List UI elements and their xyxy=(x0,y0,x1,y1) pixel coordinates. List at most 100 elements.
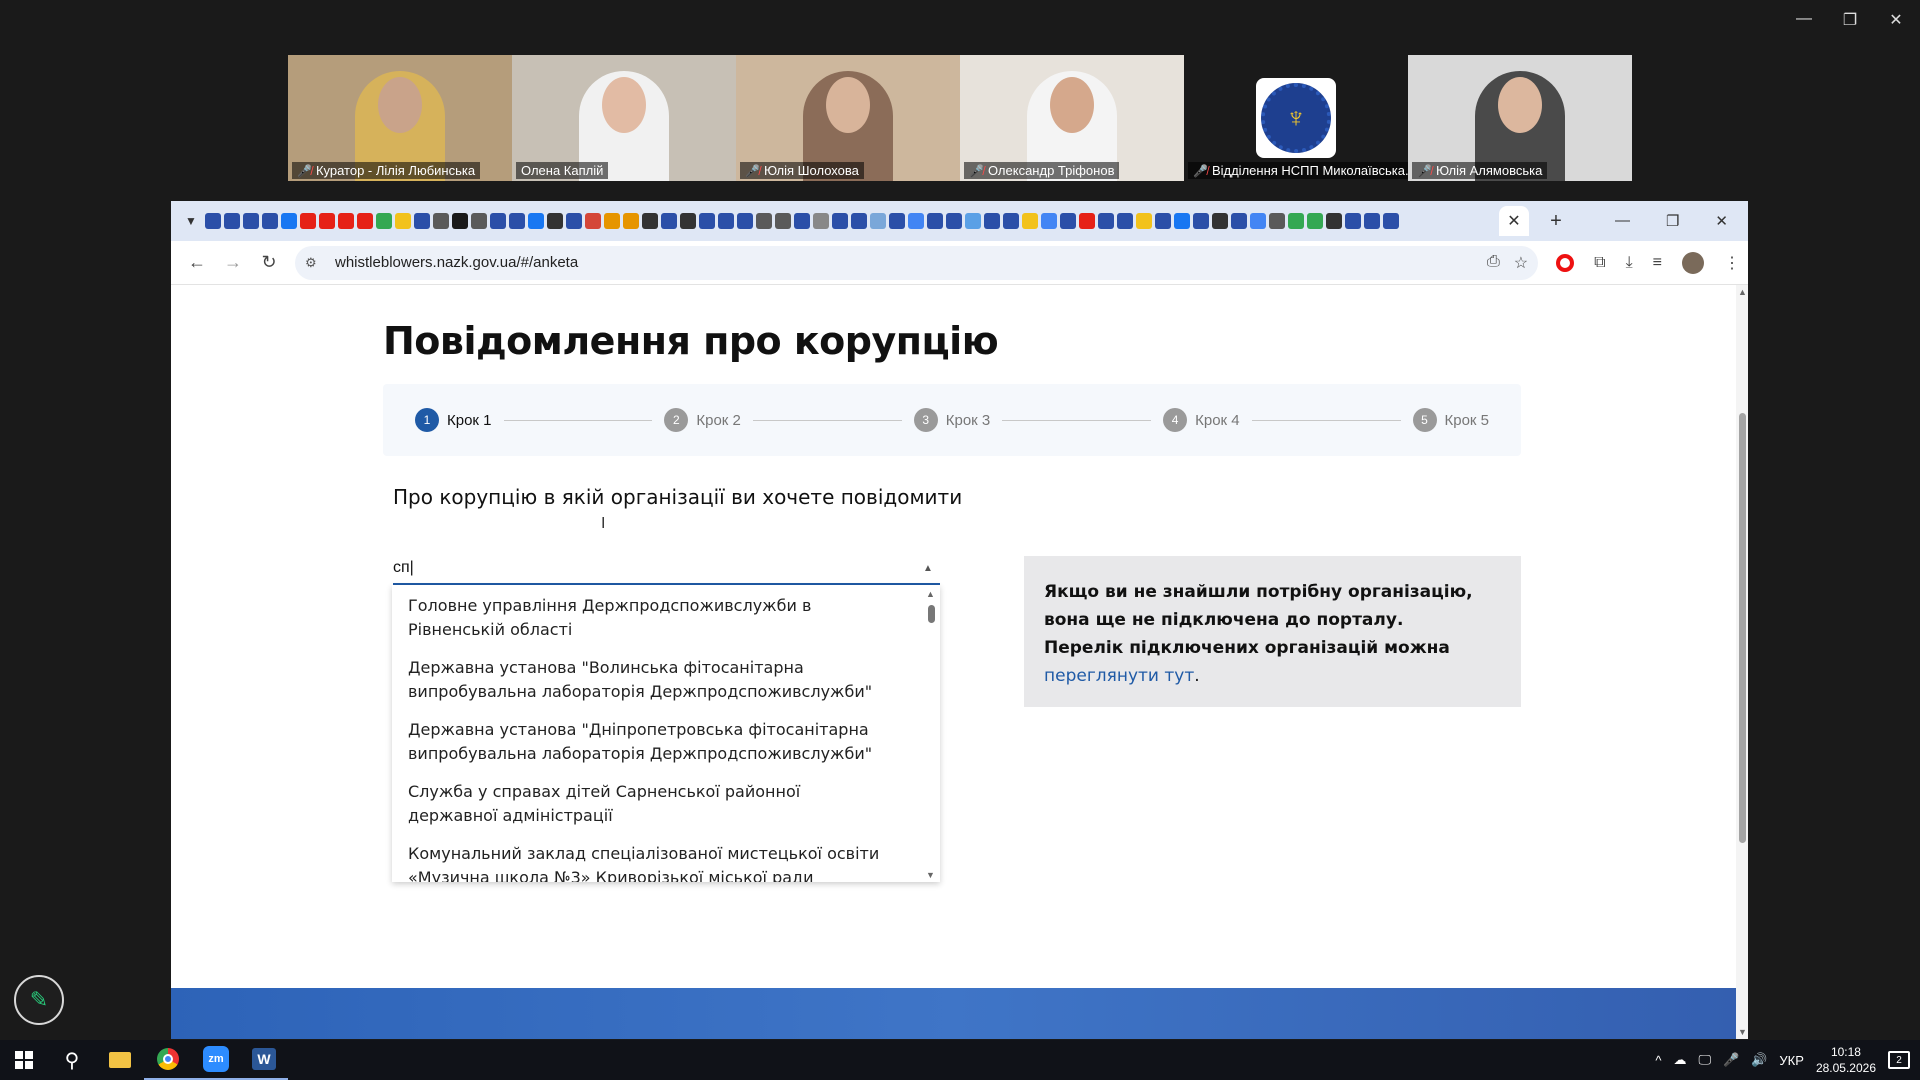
reload-button[interactable]: ↻ xyxy=(251,247,287,279)
forward-button[interactable]: → xyxy=(215,247,251,279)
pinned-tab-favicon[interactable] xyxy=(585,213,601,229)
notifications-icon[interactable]: 2 xyxy=(1888,1051,1910,1069)
scroll-up-icon[interactable]: ▲ xyxy=(1738,287,1747,297)
media-controls-icon[interactable]: ≡ xyxy=(1653,254,1662,272)
pinned-tab-favicon[interactable] xyxy=(1060,213,1076,229)
pinned-tab-favicon[interactable] xyxy=(1231,213,1247,229)
pinned-tab-favicon[interactable] xyxy=(452,213,468,229)
pinned-tab-favicon[interactable] xyxy=(490,213,506,229)
address-bar[interactable]: ⚙ whistleblowers.nazk.gov.ua/#/anketa ⎙ … xyxy=(295,245,1539,280)
pinned-tab-favicon[interactable] xyxy=(1364,213,1380,229)
microphone-icon[interactable]: 🎤 xyxy=(1723,1052,1739,1068)
scroll-up-icon[interactable]: ▲ xyxy=(926,589,935,599)
language-indicator[interactable]: УКР xyxy=(1779,1053,1804,1068)
organization-option[interactable]: Комунальний заклад спеціалізованої мисте… xyxy=(392,833,940,882)
pinned-tab-favicon[interactable] xyxy=(794,213,810,229)
pinned-tab-favicon[interactable] xyxy=(737,213,753,229)
pinned-tab-favicon[interactable] xyxy=(414,213,430,229)
participant-video[interactable]: 🎤̸ Юлія Алямовська xyxy=(1408,55,1632,181)
pinned-tab-favicon[interactable] xyxy=(1174,213,1190,229)
site-info-icon[interactable]: ⚙ xyxy=(305,255,329,271)
pinned-tab-favicon[interactable] xyxy=(775,213,791,229)
pinned-tab-favicon[interactable] xyxy=(566,213,582,229)
pinned-tab-favicon[interactable] xyxy=(965,213,981,229)
network-icon[interactable]: 🖵 xyxy=(1699,1052,1712,1068)
install-app-icon[interactable]: ⎙ xyxy=(1487,253,1500,273)
pinned-tab-favicon[interactable] xyxy=(205,213,221,229)
tab-close-icon[interactable]: ✕ xyxy=(1499,206,1529,236)
scroll-down-icon[interactable]: ▼ xyxy=(926,870,935,880)
pinned-tab-favicon[interactable] xyxy=(433,213,449,229)
pinned-tab-favicon[interactable] xyxy=(224,213,240,229)
pinned-tab-favicon[interactable] xyxy=(661,213,677,229)
pinned-tab-favicon[interactable] xyxy=(1079,213,1095,229)
pinned-tab-favicon[interactable] xyxy=(376,213,392,229)
pinned-tab-favicon[interactable] xyxy=(1117,213,1133,229)
pinned-tab-favicon[interactable] xyxy=(927,213,943,229)
participant-video[interactable]: ♆ 🎤̸ Відділення НСПП Миколаївська... xyxy=(1184,55,1408,181)
pinned-tab-favicon[interactable] xyxy=(1155,213,1171,229)
pinned-tab-favicon[interactable] xyxy=(813,213,829,229)
pinned-tab-favicon[interactable] xyxy=(1041,213,1057,229)
pinned-tab-favicon[interactable] xyxy=(300,213,316,229)
scroll-down-icon[interactable]: ▼ xyxy=(1738,1027,1747,1037)
back-button[interactable]: ← xyxy=(179,247,215,279)
participant-video[interactable]: Олена Каплій xyxy=(512,55,736,181)
pinned-tab-favicon[interactable] xyxy=(1136,213,1152,229)
pinned-tab-favicon[interactable] xyxy=(281,213,297,229)
pinned-tab-favicon[interactable] xyxy=(832,213,848,229)
pinned-tab-favicon[interactable] xyxy=(699,213,715,229)
pinned-tab-favicon[interactable] xyxy=(262,213,278,229)
pinned-tab-favicon[interactable] xyxy=(1250,213,1266,229)
page-scrollbar[interactable]: ▲ ▼ xyxy=(1736,285,1748,1039)
onedrive-icon[interactable]: ☁ xyxy=(1674,1052,1687,1068)
pinned-tab-favicon[interactable] xyxy=(1288,213,1304,229)
pinned-tab-favicon[interactable] xyxy=(1193,213,1209,229)
organization-option[interactable]: Головне управління Держпродспоживслужби … xyxy=(392,585,940,647)
search-icon[interactable]: ⚲ xyxy=(48,1040,96,1080)
pinned-tab-favicon[interactable] xyxy=(319,213,335,229)
pinned-tab-favicon[interactable] xyxy=(642,213,658,229)
tab-search-icon[interactable]: ▼ xyxy=(177,207,205,235)
pinned-tab-favicon[interactable] xyxy=(1212,213,1228,229)
dropdown-scroll-thumb[interactable] xyxy=(928,605,935,623)
downloads-icon[interactable]: ⤓ xyxy=(1626,254,1633,272)
pinned-tab-favicon[interactable] xyxy=(1022,213,1038,229)
browser-menu-icon[interactable]: ⋮ xyxy=(1724,253,1740,273)
clock[interactable]: 10:18 28.05.2026 xyxy=(1816,1044,1876,1076)
pinned-tab-favicon[interactable] xyxy=(1003,213,1019,229)
volume-icon[interactable]: 🔊 xyxy=(1751,1052,1767,1068)
pinned-tab-favicon[interactable] xyxy=(1098,213,1114,229)
dropdown-scrollbar[interactable]: ▲ ▼ xyxy=(922,585,940,882)
participant-video[interactable]: 🎤̸ Юлія Шолохова xyxy=(736,55,960,181)
file-explorer-button[interactable] xyxy=(96,1040,144,1080)
pinned-tab-favicon[interactable] xyxy=(870,213,886,229)
pinned-tab-favicon[interactable] xyxy=(680,213,696,229)
pinned-tab-favicon[interactable] xyxy=(756,213,772,229)
pinned-tab-favicon[interactable] xyxy=(338,213,354,229)
participant-video[interactable]: 🎤̸ Куратор - Лілія Любинська xyxy=(288,55,512,181)
pinned-tab-favicon[interactable] xyxy=(395,213,411,229)
pinned-tab-favicon[interactable] xyxy=(718,213,734,229)
pinned-tab-favicon[interactable] xyxy=(604,213,620,229)
pinned-tab-favicon[interactable] xyxy=(1307,213,1323,229)
chrome-taskbar-button[interactable] xyxy=(144,1040,192,1080)
extensions-icon[interactable]: ⧉ xyxy=(1594,254,1605,272)
new-tab-button[interactable]: + xyxy=(1541,210,1571,233)
organization-search-input[interactable]: сп| ▲ xyxy=(393,553,940,585)
chevron-up-icon[interactable]: ▲ xyxy=(916,563,940,574)
pinned-tab-favicon[interactable] xyxy=(889,213,905,229)
bookmark-star-icon[interactable]: ☆ xyxy=(1514,253,1528,273)
pinned-tab-favicon[interactable] xyxy=(471,213,487,229)
organization-option[interactable]: Державна установа "Дніпропетровська фіто… xyxy=(392,709,940,771)
pinned-tab-favicon[interactable] xyxy=(357,213,373,229)
pinned-tab-favicon[interactable] xyxy=(1269,213,1285,229)
pinned-tab-favicon[interactable] xyxy=(1345,213,1361,229)
minimize-icon[interactable]: — xyxy=(1615,212,1630,230)
pinned-tab-favicon[interactable] xyxy=(1383,213,1399,229)
restore-icon[interactable]: ❐ xyxy=(1666,212,1679,230)
pinned-tab-favicon[interactable] xyxy=(908,213,924,229)
minimize-icon[interactable]: — xyxy=(1794,10,1814,30)
pinned-tab-favicon[interactable] xyxy=(984,213,1000,229)
page-scroll-thumb[interactable] xyxy=(1739,413,1746,843)
